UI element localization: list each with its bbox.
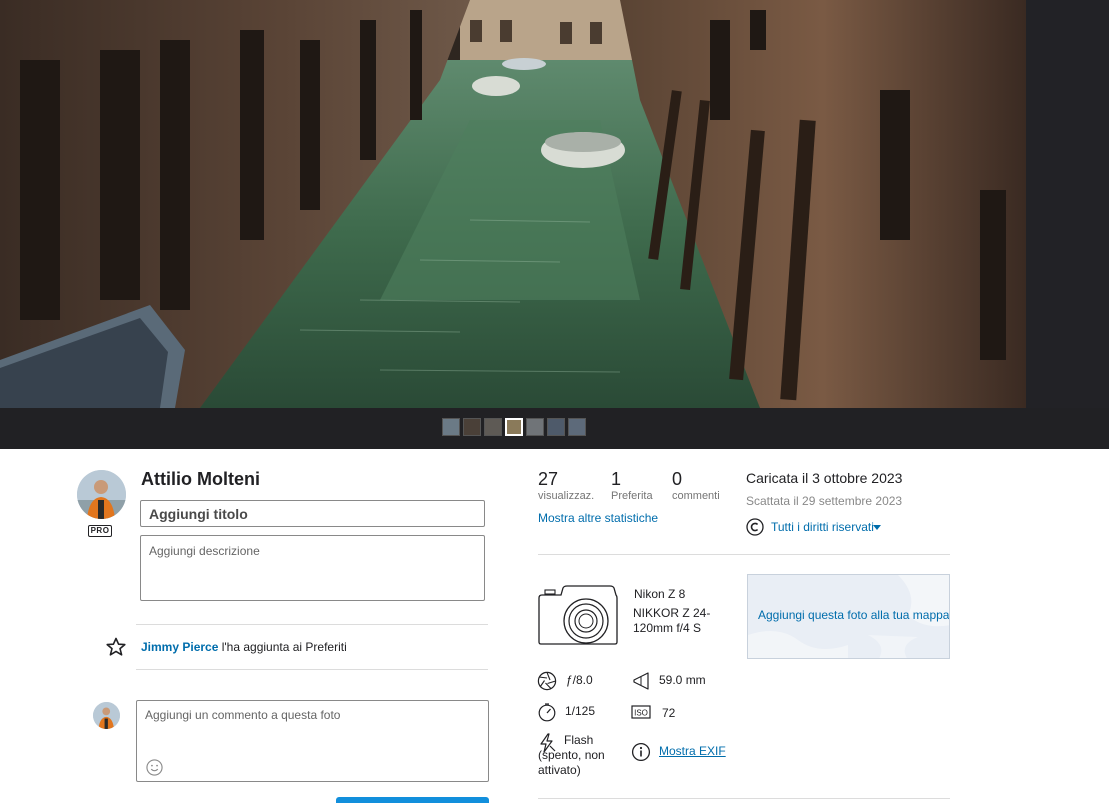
focal-length-icon [633, 672, 649, 690]
pro-badge: PRO [88, 525, 112, 537]
star-icon [106, 637, 126, 656]
license-dropdown[interactable]: Tutti i diritti riservati [771, 520, 874, 534]
copyright-icon [746, 518, 764, 536]
iso-value: 72 [662, 706, 676, 720]
focal-length-value: 59.0 mm [659, 673, 706, 687]
stage-side-panel [1026, 0, 1109, 408]
photo-stage [0, 0, 1109, 449]
show-exif-link[interactable]: Mostra EXIF [659, 744, 726, 758]
commenter-avatar [93, 702, 120, 729]
divider [538, 554, 950, 555]
filmstrip-thumb[interactable] [484, 418, 502, 436]
shutter-speed-value: 1/125 [565, 704, 596, 718]
comment-field[interactable] [137, 701, 488, 781]
filmstrip-thumb[interactable] [568, 418, 586, 436]
stat-faves: 1 Preferita [611, 469, 653, 502]
chevron-down-icon[interactable] [873, 525, 881, 530]
svg-text:ISO: ISO [634, 709, 648, 718]
info-icon[interactable] [631, 742, 651, 762]
filmstrip-thumb[interactable] [442, 418, 460, 436]
owner-name[interactable]: Attilio Molteni [141, 469, 260, 490]
aperture-value: ƒ/8.0 [566, 673, 593, 687]
aperture-icon [537, 671, 557, 691]
flash-value: Flash (spento, non attivato) [538, 733, 605, 777]
filmstrip-thumb-active[interactable] [505, 418, 523, 436]
main-photo[interactable] [0, 0, 1026, 408]
comment-box [136, 700, 489, 782]
favorite-text: l'ha aggiunta ai Preferiti [218, 640, 347, 654]
views-label: visualizzaz. [538, 490, 595, 502]
taken-date: Scattata il 29 settembre 2023 [746, 494, 903, 508]
divider [136, 669, 488, 670]
favorite-activity: Jimmy Pierce l'ha aggiunta ai Preferiti [141, 640, 347, 654]
upload-date: Caricata il 3 ottobre 2023 [746, 470, 903, 486]
filmstrip [442, 418, 586, 436]
filmstrip-thumb[interactable] [547, 418, 565, 436]
comment-submit-button[interactable] [336, 797, 489, 803]
camera-icon [538, 585, 618, 645]
filmstrip-thumb[interactable] [463, 418, 481, 436]
title-field[interactable] [140, 500, 485, 527]
views-count: 27 [538, 469, 559, 489]
emoji-icon[interactable] [146, 759, 163, 776]
camera-model[interactable]: Nikon Z 8 [634, 587, 685, 601]
filmstrip-thumb[interactable] [526, 418, 544, 436]
faves-label: Preferita [611, 490, 653, 502]
faves-count: 1 [611, 469, 622, 489]
favorite-user-link[interactable]: Jimmy Pierce [141, 640, 218, 654]
owner-avatar[interactable] [77, 470, 126, 519]
map-widget[interactable]: Aggiungi questa foto alla tua mappa [747, 574, 950, 659]
add-to-map-link[interactable]: Aggiungi questa foto alla tua mappa [758, 608, 949, 622]
stat-views: 27 visualizzaz. [538, 469, 594, 502]
lens-model[interactable]: NIKKOR Z 24-120mm f/4 S [633, 606, 723, 636]
iso-icon: ISO [631, 705, 651, 719]
divider [136, 624, 488, 625]
description-field[interactable] [140, 535, 485, 601]
divider [538, 798, 950, 799]
more-stats-link[interactable]: Mostra altre statistiche [538, 511, 658, 525]
comments-label: commenti [672, 490, 720, 502]
comments-count: 0 [672, 469, 683, 489]
shutter-speed-icon [538, 703, 556, 722]
stat-comments: 0 commenti [672, 469, 720, 502]
